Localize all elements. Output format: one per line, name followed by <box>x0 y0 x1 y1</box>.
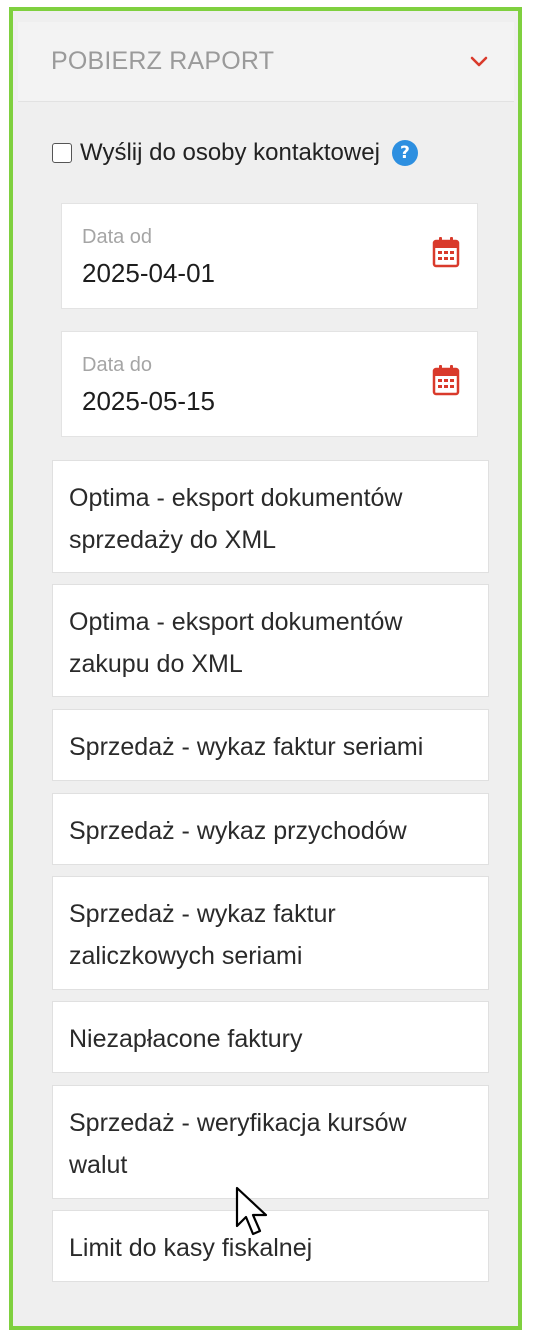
date-from-label: Data od <box>82 226 153 248</box>
date-to-value[interactable]: 2025-05-15 <box>82 386 215 417</box>
date-from-value[interactable]: 2025-04-01 <box>82 258 215 289</box>
report-item-line2: zakupu do XML <box>69 650 243 678</box>
report-item-line1: Sprzedaż - wykaz faktur seriami <box>69 733 424 761</box>
report-item-line1: Limit do kasy fiskalnej <box>69 1234 313 1262</box>
send-to-contact-checkbox[interactable] <box>52 143 72 163</box>
send-to-contact-row: Wyślij do osoby kontaktowej ? <box>52 137 418 169</box>
send-to-contact-label[interactable]: Wyślij do osoby kontaktowej <box>80 139 380 167</box>
report-item-currency-verification[interactable]: Sprzedaż - weryfikacja kursów walut <box>52 1085 489 1199</box>
date-from-field[interactable]: Data od 2025-04-01 <box>61 203 478 309</box>
report-item-line1: Sprzedaż - wykaz faktur <box>69 900 336 928</box>
report-item-line1: Sprzedaż - wykaz przychodów <box>69 817 407 845</box>
chevron-down-icon[interactable] <box>468 50 490 72</box>
report-item-invoices-series[interactable]: Sprzedaż - wykaz faktur seriami <box>52 709 489 781</box>
report-item-line2: walut <box>69 1151 128 1179</box>
date-to-field[interactable]: Data do 2025-05-15 <box>61 331 478 437</box>
report-item-revenue-list[interactable]: Sprzedaż - wykaz przychodów <box>52 793 489 865</box>
report-item-line1: Sprzedaż - weryfikacja kursów <box>69 1109 407 1137</box>
report-item-optima-purchase-xml[interactable]: Optima - eksport dokumentów zakupu do XM… <box>52 584 489 697</box>
report-item-advance-invoices-series[interactable]: Sprzedaż - wykaz faktur zaliczkowych ser… <box>52 876 489 990</box>
calendar-icon[interactable] <box>432 236 460 268</box>
report-item-fiscal-register-limit[interactable]: Limit do kasy fiskalnej <box>52 1210 489 1282</box>
calendar-icon[interactable] <box>432 364 460 396</box>
panel-title: POBIERZ RAPORT <box>51 47 275 75</box>
help-icon[interactable]: ? <box>391 140 418 166</box>
report-item-unpaid-invoices[interactable]: Niezapłacone faktury <box>52 1001 489 1073</box>
report-item-optima-sales-xml[interactable]: Optima - eksport dokumentów sprzedaży do… <box>52 460 489 573</box>
report-item-line1: Optima - eksport dokumentów <box>69 608 403 636</box>
report-item-line2: zaliczkowych seriami <box>69 942 303 970</box>
panel-header[interactable]: POBIERZ RAPORT <box>18 22 514 102</box>
date-to-label: Data do <box>82 354 153 376</box>
report-item-line1: Niezapłacone faktury <box>69 1025 303 1053</box>
report-item-line1: Optima - eksport dokumentów <box>69 484 403 512</box>
report-item-line2: sprzedaży do XML <box>69 526 277 554</box>
